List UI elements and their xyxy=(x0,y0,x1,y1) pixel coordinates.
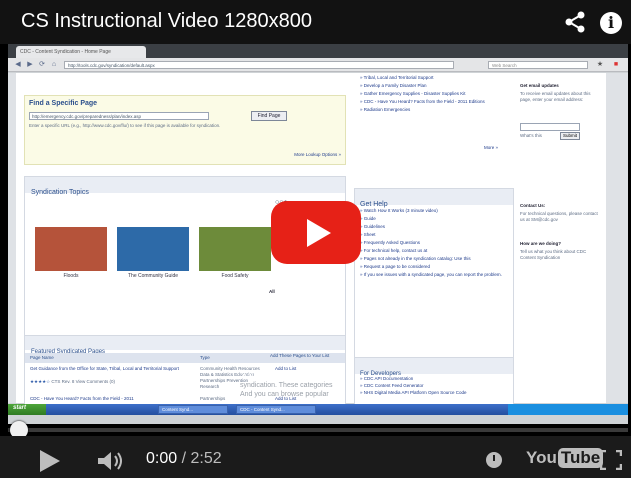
list-item: » CDC - Have You Heard? Facts from the F… xyxy=(360,99,485,104)
more-lookup-link: More Lookup Options » xyxy=(294,152,341,157)
video-title[interactable]: CS Instructional Video 1280x800 xyxy=(21,10,312,33)
get-help-panel: Get Help » Watch How It Works (3 minute … xyxy=(354,188,514,368)
email-updates-text: To receive email updates about this page… xyxy=(520,91,591,102)
addon-icon: ■ xyxy=(613,61,619,68)
list-item: » Radiation Emergencies xyxy=(360,107,411,112)
list-item: » Guide xyxy=(360,216,376,221)
youtube-logo-tube: Tube xyxy=(557,448,604,468)
topic-caption: Floods xyxy=(63,273,79,279)
top-link-list: » Tribal, Local and Territorial Support »… xyxy=(360,75,510,115)
syndication-topics-heading: Syndication Topics xyxy=(31,189,89,196)
get-help-links: » Watch How It Works (3 minute video) » G… xyxy=(355,205,513,283)
col-page-name: Page Name xyxy=(30,355,54,360)
taskbar-item-2: CDC - Content Synd... xyxy=(236,405,316,414)
topic-thumbnail xyxy=(199,227,271,271)
time-display: 0:00 / 2:52 xyxy=(146,450,222,468)
feedback-text: Tell us what you think about CDC Content… xyxy=(520,249,587,260)
topic-caption: Food Safety xyxy=(221,273,249,279)
topics-all-link: All xyxy=(269,289,275,294)
browser-tab: CDC - Content Syndication - Home Page xyxy=(16,46,146,58)
forward-icon: ▶ xyxy=(27,61,33,68)
get-help-heading: Get Help xyxy=(360,201,388,208)
topic-caption: The Community Guide xyxy=(127,273,179,279)
find-page-box: Find a Specific Page http://emergency.cd… xyxy=(24,95,346,165)
featured-row-2-type: Partnerships xyxy=(200,396,226,401)
contact-heading: Contact Us: xyxy=(520,203,546,208)
featured-pages-header: Featured Syndicated Pages xyxy=(25,336,345,355)
browser-url-bar: http://tools.cdc.gov/syndication/default… xyxy=(64,61,454,69)
email-field xyxy=(520,123,580,131)
list-item: » Watch How It Works (3 minute video) xyxy=(360,208,438,213)
list-item: » Guidelines xyxy=(360,224,386,229)
list-item: » Develop a Family Disaster Plan xyxy=(360,83,427,88)
featured-row-1-title: Get Guidance from the Office for State, … xyxy=(30,366,179,371)
info-icon[interactable]: i xyxy=(600,12,622,34)
progress-bar[interactable] xyxy=(8,428,628,432)
whats-this-link: What's this xyxy=(520,133,542,138)
video-title-bar: CS Instructional Video 1280x800 i xyxy=(0,0,631,44)
bookmark-icon: ★ xyxy=(596,61,604,68)
youtube-logo-you: You xyxy=(526,448,557,467)
middle-column: » Tribal, Local and Territorial Support »… xyxy=(354,73,514,407)
caption-line-3: And you can browse popular xyxy=(240,391,329,398)
volume-icon[interactable] xyxy=(96,450,126,472)
control-bar: 0:00 / 2:52 You Tube xyxy=(0,436,631,478)
col-add: Add These Pages to Your List xyxy=(270,353,330,358)
start-button: start xyxy=(8,404,46,415)
find-page-input: http://emergency.cdc.gov/preparedness/pl… xyxy=(29,112,209,120)
contact-text: For technical questions, please contact … xyxy=(520,211,598,222)
share-icon[interactable] xyxy=(564,11,586,33)
duration: 2:52 xyxy=(190,450,222,467)
youtube-logo[interactable]: You Tube xyxy=(526,448,604,470)
list-item: » Tribal, Local and Territorial Support xyxy=(360,75,434,80)
middle-more-link: More » xyxy=(484,145,499,150)
time-separator: / xyxy=(181,450,187,467)
browser-toolbar: ◀ ▶ ⟳ ⌂ http://tools.cdc.gov/syndication… xyxy=(8,58,628,72)
reload-icon: ⟳ xyxy=(39,61,45,68)
browser-search-field: Web Search xyxy=(488,61,588,69)
list-item: » Frequently Asked Questions xyxy=(360,240,421,245)
email-submit-button: Submit xyxy=(560,132,581,140)
list-item: » If you see issues with a syndicated pa… xyxy=(360,272,502,277)
topic-thumbnail xyxy=(35,227,107,271)
rating-stars: ★★★★☆ CTS Rev. 8 View Comments (0) xyxy=(30,379,116,384)
find-page-button: Find Page xyxy=(251,111,287,121)
email-updates-heading: Get email updates xyxy=(520,83,559,88)
home-icon: ⌂ xyxy=(51,61,57,68)
list-item: » Pages not already in the syndication c… xyxy=(360,256,471,261)
browser-tab-strip: CDC - Content Syndication - Home Page xyxy=(8,44,628,58)
system-tray xyxy=(508,404,628,415)
topic-thumbnail xyxy=(117,227,189,271)
back-icon: ◀ xyxy=(15,61,21,68)
featured-row-2-title: CDC - Have You Heard? Facts from the Fie… xyxy=(30,396,134,401)
current-time: 0:00 xyxy=(146,450,178,467)
watch-later-icon[interactable] xyxy=(486,452,502,468)
big-play-button[interactable] xyxy=(271,201,361,264)
find-page-help: Enter a specific URL (e.g., http://www.c… xyxy=(29,123,221,128)
video-caption-text: related content using the syndication. T… xyxy=(240,372,440,399)
list-item: » Request a page to be considered xyxy=(360,264,431,269)
video-player[interactable]: CDC - Content Syndication - Home Page ◀ … xyxy=(0,0,631,478)
caption-line-2: syndication. These categories xyxy=(240,382,333,389)
play-icon[interactable] xyxy=(40,450,60,472)
caption-line-1: related content using the xyxy=(240,373,317,380)
featured-table-header: Page Name Type Add These Pages to Your L… xyxy=(25,353,345,363)
syndication-topics-header: Syndication Topics xyxy=(25,177,345,196)
list-item: » For technical help, contact us at xyxy=(360,248,428,253)
fullscreen-icon[interactable] xyxy=(600,450,622,470)
col-type: Type xyxy=(200,355,210,360)
find-page-heading: Find a Specific Page xyxy=(29,100,98,107)
feedback-heading: How are we doing? xyxy=(520,241,562,246)
list-item: » Sheet xyxy=(360,232,376,237)
list-item: » Gather Emergency Supplies - Disaster S… xyxy=(360,91,466,96)
featured-row-1-meta: CTS Rev. 8 View Comments (0) xyxy=(51,379,116,384)
right-column: Get email updates To receive email updat… xyxy=(518,73,604,403)
taskbar-item-1: Content Synd... xyxy=(158,405,228,414)
get-help-header: Get Help xyxy=(355,189,513,208)
windows-taskbar: start Content Synd... CDC - Content Synd… xyxy=(8,404,628,415)
